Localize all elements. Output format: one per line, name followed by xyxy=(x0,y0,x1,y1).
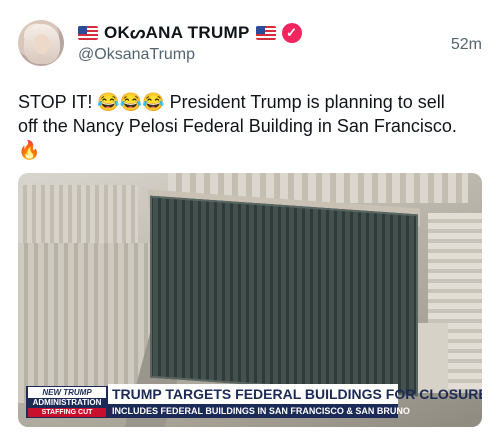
verified-badge-icon: ✓ xyxy=(281,23,302,43)
tweet-line: off the Nancy Pelosi Federal Building in… xyxy=(18,116,457,136)
author-name-row[interactable]: OKᔕANA TRUMP ✓ xyxy=(78,22,302,44)
tweet-media-image[interactable]: NEW TRUMP ADMINISTRATION STAFFING CUT TR… xyxy=(18,173,482,427)
news-subheadline-text: INCLUDES FEDERAL BUILDINGS IN SAN FRANCI… xyxy=(112,406,410,416)
news-tag-line: NEW TRUMP xyxy=(28,387,106,398)
author-handle[interactable]: @OksanaTrump xyxy=(78,46,195,64)
federal-building xyxy=(150,195,418,397)
avatar[interactable] xyxy=(18,20,64,66)
news-lower-third: NEW TRUMP ADMINISTRATION STAFFING CUT TR… xyxy=(18,376,482,427)
news-subheadline: INCLUDES FEDERAL BUILDINGS IN SAN FRANCI… xyxy=(108,404,410,418)
us-flag-icon xyxy=(255,26,276,40)
news-tag-line: STAFFING CUT xyxy=(28,408,106,417)
news-headline: TRUMP TARGETS FEDERAL BUILDINGS FOR CLOS… xyxy=(108,384,482,404)
display-name[interactable]: OKᔕANA TRUMP xyxy=(104,23,250,43)
avatar-face xyxy=(34,34,50,54)
news-tag-line: ADMINISTRATION xyxy=(32,398,102,407)
tweet-text: STOP IT! 😂😂😂 President Trump is planning… xyxy=(18,90,484,162)
tweet-line: 🔥 xyxy=(18,140,41,160)
news-tag: NEW TRUMP ADMINISTRATION STAFFING CUT xyxy=(26,386,108,418)
news-headline-text: TRUMP TARGETS FEDERAL BUILDINGS FOR CLOS… xyxy=(112,386,482,402)
tweet-line: STOP IT! 😂😂😂 President Trump is planning… xyxy=(18,92,445,112)
background-buildings xyxy=(18,185,138,245)
us-flag-icon xyxy=(78,26,98,40)
timestamp[interactable]: 52m xyxy=(451,36,482,54)
